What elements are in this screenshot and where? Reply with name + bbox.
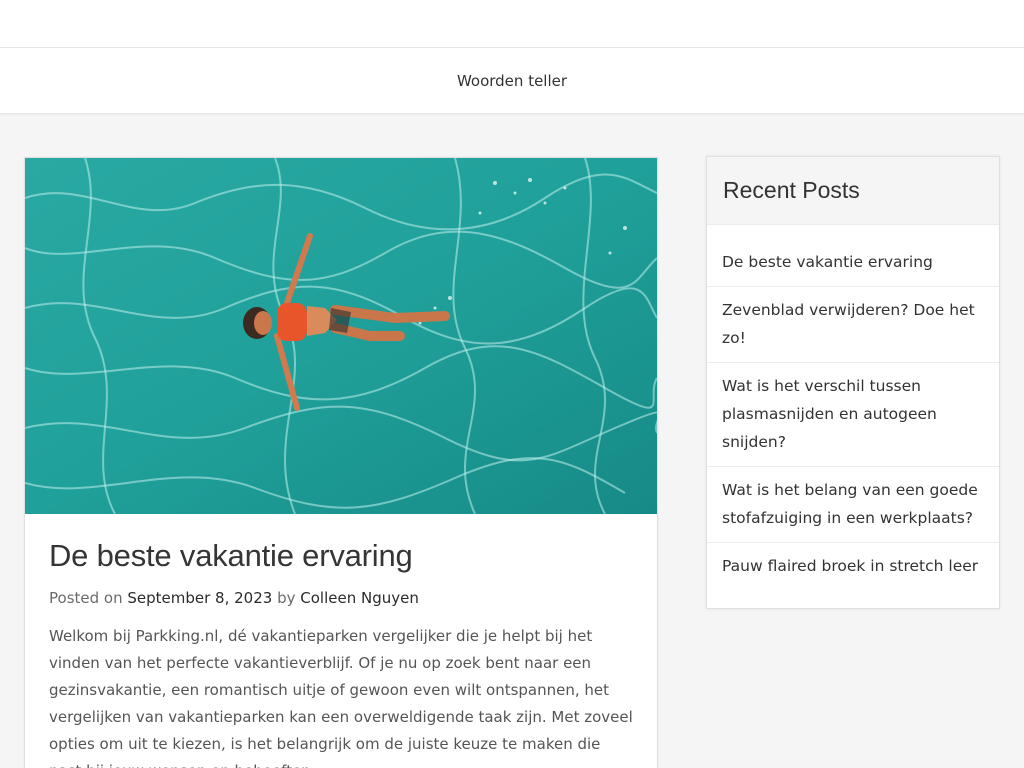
post-author-link[interactable]: Colleen Nguyen	[300, 589, 419, 607]
list-item: Wat is het verschil tussen plasmasnijden…	[707, 363, 999, 467]
nav-item-woorden-teller[interactable]: Woorden teller	[457, 72, 567, 90]
recent-posts-widget: Recent Posts De beste vakantie ervaring …	[706, 156, 1000, 609]
recent-post-link[interactable]: De beste vakantie ervaring	[722, 253, 933, 271]
by-label: by	[277, 589, 296, 607]
widget-header: Recent Posts	[707, 157, 999, 225]
post-meta: Posted on September 8, 2023 by Colleen N…	[49, 589, 633, 607]
list-item: Wat is het belang van een goede stofafzu…	[707, 467, 999, 543]
top-bar	[0, 0, 1024, 48]
widget-title: Recent Posts	[723, 177, 860, 203]
post-excerpt: Welkom bij Parkking.nl, dé vakantieparke…	[49, 627, 633, 768]
recent-post-link[interactable]: Wat is het verschil tussen plasmasnijden…	[722, 377, 937, 451]
post-title[interactable]: De beste vakantie ervaring	[49, 536, 633, 576]
main-navigation: Woorden teller	[0, 48, 1024, 114]
recent-post-link[interactable]: Pauw flaired broek in stretch leer	[722, 557, 978, 575]
post-card: De beste vakantie ervaring Posted on Sep…	[24, 157, 658, 768]
recent-post-link[interactable]: Zevenblad verwijderen? Doe het zo!	[722, 301, 975, 347]
post-body: De beste vakantie ervaring Posted on Sep…	[25, 514, 657, 768]
content-area: De beste vakantie ervaring Posted on Sep…	[0, 114, 1024, 768]
list-item: Pauw flaired broek in stretch leer	[707, 543, 999, 590]
post-date-link[interactable]: September 8, 2023	[127, 589, 272, 607]
list-item: De beste vakantie ervaring	[707, 239, 999, 287]
list-item: Zevenblad verwijderen? Doe het zo!	[707, 287, 999, 363]
featured-image[interactable]	[25, 158, 657, 514]
posted-on-label: Posted on	[49, 589, 123, 607]
pool-swimmer-illustration	[25, 158, 657, 514]
recent-post-link[interactable]: Wat is het belang van een goede stofafzu…	[722, 481, 978, 527]
recent-posts-list: De beste vakantie ervaring Zevenblad ver…	[707, 225, 999, 608]
